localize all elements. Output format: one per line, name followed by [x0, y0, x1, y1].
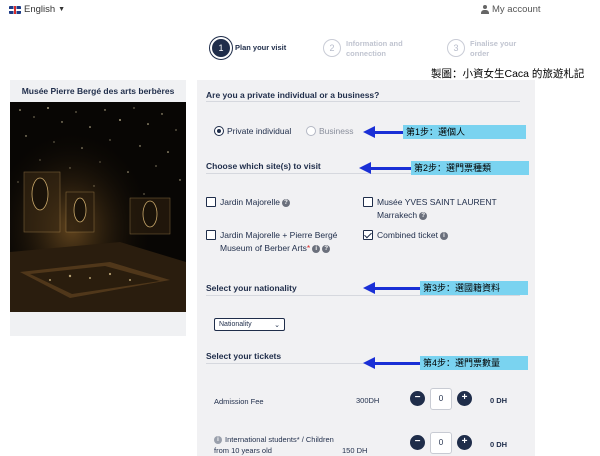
arrow-shaft [371, 166, 411, 170]
qty-value[interactable]: 0 [430, 388, 452, 410]
radio-checked-icon [214, 126, 224, 136]
museum-title: Musée Pierre Bergé des arts berbères [21, 86, 175, 96]
arrow-left-icon [359, 162, 371, 174]
step-1: 1 Plan your visit [212, 39, 286, 57]
ticket-name: Admission Fee [214, 397, 264, 406]
annotation-label: 第1步：選個人 [403, 125, 526, 139]
chevron-down-icon: ▼ [58, 6, 66, 13]
museum-photo [10, 102, 186, 312]
annotation-label: 第4步：選門票數量 [420, 356, 528, 370]
annotation-step-3: 第3步：選國籍資料 [363, 281, 528, 295]
ticket-total: 0 DH [490, 440, 508, 449]
arrow-left-icon [363, 357, 375, 369]
qty-value[interactable]: 0 [430, 432, 452, 454]
step-3-label-line1: Finalise your [470, 39, 517, 48]
checkbox-icon [206, 230, 216, 240]
museum-card: Musée Pierre Bergé des arts berbères [10, 80, 186, 336]
arrow-left-icon [363, 282, 375, 294]
ticket-price: 150 DH [342, 446, 368, 455]
my-account-link[interactable]: My account [481, 4, 541, 15]
info-icon[interactable]: i [312, 244, 321, 253]
decrease-qty-button[interactable]: − [410, 391, 425, 406]
checkbox-jardin-berber[interactable]: Jardin Majorelle + Pierre Bergé Museum o… [206, 229, 337, 255]
radio-unchecked-icon [306, 126, 316, 136]
ticket-name-line1: International students* / Children [225, 435, 334, 444]
section-divider [206, 101, 520, 102]
step-2-label-line1: Information and [346, 39, 403, 48]
museum-interior-image [10, 102, 186, 312]
annotation-step-1: 第1步：選個人 [363, 125, 526, 139]
step-3: 3 Finalise your order [447, 39, 516, 59]
checkbox-combined-ticket[interactable]: Combined ticket i [363, 229, 448, 242]
account-label: My account [492, 4, 541, 15]
chevron-down-icon: ⌄ [274, 321, 280, 329]
site-option-text: Musée YVES SAINT LAURENT [377, 197, 497, 207]
top-bar: English ▼ My account [0, 0, 600, 22]
section-divider [206, 295, 520, 296]
site-option-text-line2: Marrakech [377, 210, 418, 220]
site-option-label: Jardin Majorelle + Pierre Bergé Museum o… [220, 229, 337, 255]
site-option-text-line2: Museum of Berber Arts [220, 243, 307, 253]
site-option-text: Jardin Majorelle + Pierre Bergé [220, 230, 338, 240]
arrow-shaft [375, 286, 420, 290]
step-3-number: 3 [447, 39, 465, 57]
radio-business-label: Business [319, 126, 354, 136]
arrow-shaft [375, 130, 403, 134]
site-option-text: Jardin Majorelle [220, 197, 280, 207]
step-2-label: Information and connection [346, 39, 403, 59]
increase-qty-button[interactable]: + [457, 435, 472, 450]
tickets-title: Select your tickets [206, 351, 282, 361]
ticket-name: i International students* / Children from… [214, 434, 334, 456]
arrow-left-icon [363, 126, 375, 138]
site-option-label: Combined ticket i [377, 229, 448, 242]
nationality-select[interactable]: Nationality ⌄ [214, 318, 285, 331]
required-star: * [306, 243, 311, 253]
step-2-label-line2: connection [346, 49, 387, 58]
checkbox-icon [363, 197, 373, 207]
ticket-name-line2: from 10 years old [214, 446, 272, 455]
step-3-label-line2: order [470, 49, 490, 58]
ticket-price: 300DH [356, 396, 380, 405]
checkbox-jardin-majorelle[interactable]: Jardin Majorelle? [206, 196, 290, 209]
language-label: English [24, 4, 56, 15]
uk-flag-icon [9, 5, 21, 14]
user-icon [481, 5, 489, 14]
annotation-step-2: 第2步：選門票種類 [359, 161, 529, 175]
annotation-step-4: 第4步：選門票數量 [363, 356, 528, 370]
ticket-total: 0 DH [490, 396, 508, 405]
nationality-title: Select your nationality [206, 283, 297, 293]
site-option-label: Musée YVES SAINT LAURENT Marrakech? [377, 196, 497, 222]
sites-title: Choose which site(s) to visit [206, 161, 321, 171]
help-icon[interactable]: ? [322, 244, 331, 253]
checkbox-musee-ysl[interactable]: Musée YVES SAINT LAURENT Marrakech? [363, 196, 497, 222]
increase-qty-button[interactable]: + [457, 391, 472, 406]
info-icon[interactable]: i [214, 436, 222, 445]
radio-private-label: Private individual [227, 126, 292, 136]
step-1-number: 1 [212, 39, 230, 57]
language-selector[interactable]: English ▼ [9, 4, 65, 15]
visitor-type-title: Are you a private individual or a busine… [206, 90, 380, 100]
step-2-number: 2 [323, 39, 341, 57]
nationality-select-value: Nationality [219, 321, 252, 328]
decrease-qty-button[interactable]: − [410, 435, 425, 450]
site-option-label: Jardin Majorelle? [220, 196, 290, 209]
help-icon[interactable]: ? [282, 198, 290, 207]
step-2: 2 Information and connection [323, 39, 403, 59]
step-3-label: Finalise your order [470, 39, 516, 59]
site-option-text: Combined ticket [377, 230, 438, 240]
watermark-text: 製圖：小資女生Caca 的旅遊札記 [431, 68, 585, 80]
arrow-shaft [375, 361, 420, 365]
annotation-label: 第3步：選國籍資料 [420, 281, 528, 295]
step-1-label: Plan your visit [235, 43, 287, 52]
checkbox-icon [206, 197, 216, 207]
radio-business[interactable]: Business [306, 126, 354, 136]
help-icon[interactable]: ? [419, 211, 428, 220]
checkbox-checked-icon [363, 230, 373, 240]
annotation-label: 第2步：選門票種類 [411, 161, 529, 175]
info-icon[interactable]: i [439, 231, 448, 240]
radio-private-individual[interactable]: Private individual [214, 126, 291, 136]
